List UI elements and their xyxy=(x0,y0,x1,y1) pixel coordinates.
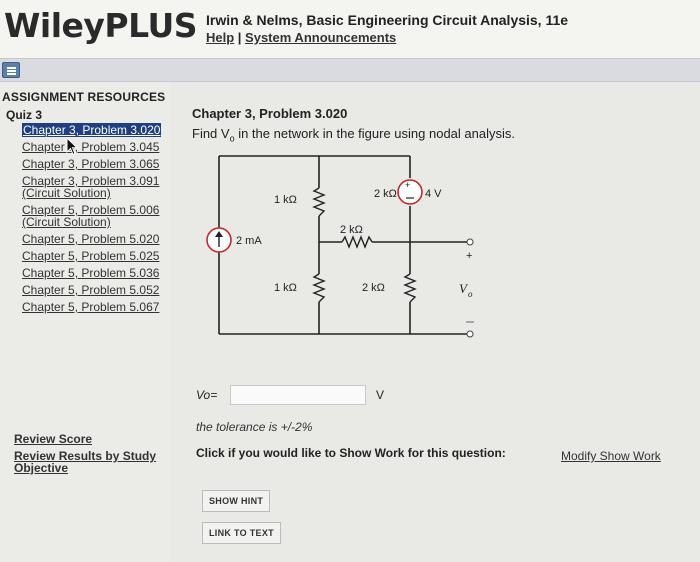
quiz-label: Quiz 3 xyxy=(6,108,43,122)
toolbar xyxy=(0,58,700,82)
output-subscript: o xyxy=(468,289,473,299)
resistor-2k-horizontal xyxy=(341,235,373,249)
sidebar-problem-label[interactable]: Chapter 5, Problem 5.025 xyxy=(22,249,159,263)
sidebar-problem-label[interactable]: Chapter 3, Problem 3.091 (Circuit Soluti… xyxy=(22,174,159,200)
review-results-link[interactable]: Review Results by Study Objective xyxy=(14,450,174,474)
help-link[interactable]: Help xyxy=(206,30,234,45)
sidebar-problem-item[interactable]: Chapter 5, Problem 5.036 xyxy=(22,267,162,279)
header-links: Help | System Announcements xyxy=(206,30,396,45)
sidebar-problem-label[interactable]: Chapter 5, Problem 5.036 xyxy=(22,266,159,280)
vsource-plus: + xyxy=(405,180,410,190)
tolerance-text: the tolerance is +/-2% xyxy=(196,420,313,434)
unit-label: V xyxy=(376,388,385,402)
link-to-text-button[interactable]: LINK TO TEXT xyxy=(202,522,281,544)
label-current-source: 2 mA xyxy=(236,235,262,247)
problem-title: Chapter 3, Problem 3.020 xyxy=(192,106,348,121)
sidebar-problem-item[interactable]: Chapter 5, Problem 5.020 xyxy=(22,233,162,245)
sidebar-problem-label[interactable]: Chapter 5, Problem 5.052 xyxy=(22,283,159,297)
label-r4: 2 kΩ xyxy=(362,282,385,294)
sidebar-problem-item[interactable]: Chapter 3, Problem 3.020 xyxy=(22,123,162,137)
main-content: Chapter 3, Problem 3.020 Find Vo in the … xyxy=(170,82,700,562)
circuit-diagram: + 1 kΩ 2 kΩ 1 kΩ 2 kΩ 2 kΩ 2 mA 4 V + V … xyxy=(206,155,474,338)
vo-answer-input[interactable] xyxy=(230,385,366,405)
mouse-cursor-icon xyxy=(66,137,79,156)
sidebar-problem-item[interactable]: Chapter 3, Problem 3.091 (Circuit Soluti… xyxy=(22,175,162,199)
vo-label: Vo= xyxy=(196,388,218,402)
resistor-2k-right xyxy=(403,273,417,303)
link-separator: | xyxy=(234,30,246,45)
show-work-text: Click if you would like to Show Work for… xyxy=(196,446,506,460)
sidebar-problem-label[interactable]: Chapter 5, Problem 5.006 (Circuit Soluti… xyxy=(22,203,159,229)
output-plus: + xyxy=(466,250,472,262)
label-voltage-source: 4 V xyxy=(425,188,442,200)
sidebar-problem-item[interactable]: Chapter 5, Problem 5.067 xyxy=(22,301,162,313)
sidebar: ASSIGNMENT RESOURCES Quiz 3 Chapter 3, P… xyxy=(0,82,170,562)
sidebar-problem-item[interactable]: Chapter 3, Problem 3.045 xyxy=(22,141,162,153)
sidebar-problem-label[interactable]: Chapter 5, Problem 5.067 xyxy=(22,300,159,314)
system-announcements-link[interactable]: System Announcements xyxy=(245,30,396,45)
menu-toggle-icon[interactable] xyxy=(2,62,20,78)
current-source-icon xyxy=(206,227,232,253)
sidebar-problem-item[interactable]: Chapter 5, Problem 5.052 xyxy=(22,284,162,296)
sidebar-problem-label[interactable]: Chapter 3, Problem 3.065 xyxy=(22,157,159,171)
sidebar-heading: ASSIGNMENT RESOURCES xyxy=(2,90,166,104)
header: WileyPLUS Irwin & Nelms, Basic Engineeri… xyxy=(0,0,700,58)
label-r1: 1 kΩ xyxy=(274,194,297,206)
sidebar-problem-label[interactable]: Chapter 5, Problem 5.020 xyxy=(22,232,159,246)
problem-list: Chapter 3, Problem 3.020 Chapter 3, Probl… xyxy=(22,123,162,318)
resistor-1k-bottom xyxy=(312,273,326,303)
book-title: Irwin & Nelms, Basic Engineering Circuit… xyxy=(206,12,569,28)
problem-prompt: Find Vo in the network in the figure usi… xyxy=(192,126,515,144)
resistor-1k-top xyxy=(312,187,326,217)
review-score-link[interactable]: Review Score xyxy=(14,432,92,446)
wileyplus-logo: WileyPLUS xyxy=(4,6,198,45)
label-r3: 1 kΩ xyxy=(274,282,297,294)
sidebar-problem-item[interactable]: Chapter 5, Problem 5.006 (Circuit Soluti… xyxy=(22,204,162,228)
label-2k-horizontal: 2 kΩ xyxy=(340,224,363,236)
prompt-prefix: Find V xyxy=(192,126,230,141)
show-hint-button[interactable]: SHOW HINT xyxy=(202,490,271,512)
sidebar-problem-item[interactable]: Chapter 3, Problem 3.065 xyxy=(22,158,162,170)
prompt-suffix: in the network in the figure using nodal… xyxy=(234,126,515,141)
sidebar-problem-label[interactable]: Chapter 3, Problem 3.020 xyxy=(22,123,162,137)
label-r2: 2 kΩ xyxy=(374,188,397,200)
sidebar-problem-label[interactable]: Chapter 3, Problem 3.045 xyxy=(22,140,159,154)
modify-show-work-link[interactable]: Modify Show Work xyxy=(561,449,661,463)
sidebar-problem-item[interactable]: Chapter 5, Problem 5.025 xyxy=(22,250,162,262)
